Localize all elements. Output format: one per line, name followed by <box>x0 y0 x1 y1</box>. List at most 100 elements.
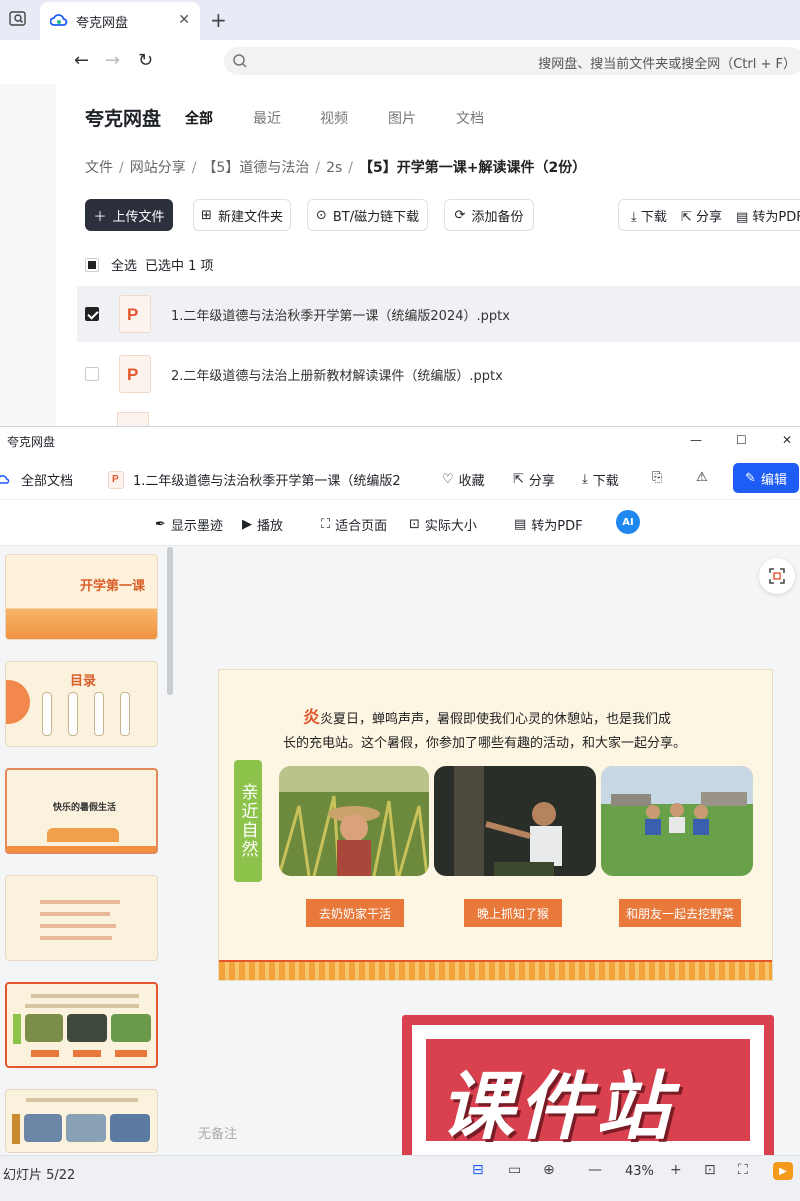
actual-size-button[interactable]: ⊡ 实际大小 <box>409 515 477 534</box>
slide-thumbnails: 开学第一课 目录 快乐的暑假生活 <box>0 547 176 1153</box>
breadcrumb-item[interactable]: 【5】道德与法治 <box>202 160 309 176</box>
download-button[interactable]: ⤓ 下载 <box>631 206 667 225</box>
thumb-text-line <box>40 900 120 904</box>
slide-thumbnail[interactable]: 快乐的暑假生活 <box>5 768 158 854</box>
zoom-out-icon[interactable]: — <box>588 1162 602 1178</box>
thumb-tag-shape <box>12 1114 20 1144</box>
close-tab-icon[interactable]: ✕ <box>178 12 190 28</box>
minimize-icon[interactable]: — <box>690 433 702 447</box>
to-pdf-label: 转为PDF <box>531 519 583 534</box>
share-doc-button[interactable]: ⇱ 分享 <box>513 470 555 489</box>
download-doc-button[interactable]: ⤓ 下载 <box>582 470 619 489</box>
slide-thumbnail[interactable]: 开学第一课 <box>5 554 158 640</box>
edit-button[interactable]: ✎ 编辑 <box>733 463 799 493</box>
select-all-checkbox[interactable] <box>85 257 99 272</box>
status-bar: 幻灯片 5/22 ⊟ ▭ ⊕ — 43% + ⊡ ⛶ ▶ <box>0 1155 800 1201</box>
tab-docs[interactable]: 文档 <box>456 108 484 128</box>
share-label: 分享 <box>695 209 722 225</box>
doc-title: P 1.二年级道德与法治秋季开学第一课（统编版2 <box>108 470 401 489</box>
slide-thumbnail-selected[interactable] <box>5 982 158 1068</box>
screenshot-tool-button[interactable] <box>759 558 795 594</box>
back-icon[interactable]: ← <box>74 50 89 71</box>
breadcrumb-item[interactable]: 网站分享 <box>130 160 186 176</box>
select-all-label[interactable]: 全选 <box>111 255 137 274</box>
breadcrumb-item[interactable]: 2s <box>326 160 342 176</box>
add-backup-button[interactable]: ⟳ 添加备份 <box>444 199 534 231</box>
thumb-text-line <box>40 912 110 916</box>
pptx-file-icon: P <box>119 355 151 393</box>
slide-thumbnail[interactable] <box>5 875 158 961</box>
to-pdf-button[interactable]: ▤ 转为PDF <box>514 515 583 534</box>
slide-text-line: 炎炎夏日，蝉鸣声声，暑假即使我们心灵的休憩站，也是我们成 <box>303 703 671 728</box>
thumb-photo <box>110 1114 150 1142</box>
watermark-stamp: 课件站 <box>402 1015 774 1165</box>
thumb-caption-shape <box>115 1050 147 1057</box>
slide-thumbnail[interactable]: 目录 <box>5 661 158 747</box>
favorite-button[interactable]: ♡ 收藏 <box>442 470 485 489</box>
slide-thumbnail[interactable] <box>5 1089 158 1153</box>
download-icon: ⤓ <box>582 472 588 487</box>
new-tab-icon[interactable]: + <box>210 8 227 32</box>
left-sidebar-strip <box>0 84 56 426</box>
download-icon: ⤓ <box>631 209 637 225</box>
slide-first-char: 炎 <box>303 708 320 728</box>
browser-nav-bar: ← → ↻ 搜网盘、搜当前文件夹或搜全网（Ctrl + F） <box>0 40 800 84</box>
slide-footer-pattern <box>219 960 772 980</box>
play-button[interactable]: ▶ 播放 <box>242 515 283 534</box>
play-icon: ▶ <box>242 517 252 532</box>
tab-all[interactable]: 全部 <box>185 108 213 128</box>
breadcrumb-separator: / <box>191 160 197 176</box>
thumb-caption-shape <box>73 1050 101 1057</box>
zoom-in-icon[interactable]: + <box>670 1162 682 1178</box>
file-row[interactable]: P 1.二年级道德与法治秋季开学第一课（统编版2024）.pptx <box>77 286 800 342</box>
maximize-icon[interactable]: ☐ <box>736 433 747 447</box>
thumbnail-scrollbar[interactable] <box>167 547 173 695</box>
slide-vertical-tag: 亲近自然 <box>234 760 262 882</box>
pptx-file-icon <box>117 412 149 426</box>
fullscreen-icon[interactable]: ⛶ <box>738 1162 748 1178</box>
open-external-icon[interactable]: ⎘ <box>652 470 662 485</box>
thumb-scroll-shape <box>42 692 52 736</box>
fit-page-button[interactable]: ⛶ 适合页面 <box>321 515 387 534</box>
normal-view-icon[interactable]: ⊟ <box>472 1162 484 1178</box>
fit-window-icon[interactable]: ⊡ <box>704 1162 716 1178</box>
tab-video[interactable]: 视频 <box>320 108 348 128</box>
show-ink-button[interactable]: ✒ 显示墨迹 <box>155 515 223 534</box>
browser-tab[interactable]: 夸克网盘 ✕ <box>40 2 200 40</box>
file-checkbox[interactable] <box>85 307 99 321</box>
slideshow-play-icon[interactable]: ▶ <box>773 1162 793 1180</box>
convert-label: 转为PDF <box>752 209 800 225</box>
file-checkbox[interactable] <box>85 367 99 381</box>
plus-icon: ＋ <box>93 209 107 225</box>
close-window-icon[interactable]: ✕ <box>782 433 792 447</box>
upload-button[interactable]: ＋ 上传文件 <box>85 199 173 231</box>
breadcrumb-item[interactable]: 文件 <box>85 160 113 176</box>
thumb-text-line <box>26 1098 138 1102</box>
all-docs-button[interactable]: 全部文档 <box>0 470 73 489</box>
file-row[interactable]: P 2.二年级道德与法治上册新教材解读课件（统编版）.pptx <box>77 346 800 402</box>
new-folder-button[interactable]: ⊞ 新建文件夹 <box>193 199 291 231</box>
preview-header: 全部文档 P 1.二年级道德与法治秋季开学第一课（统编版2 ♡ 收藏 ⇱ 分享 ⤓ 下… <box>0 456 800 500</box>
language-icon[interactable]: ⊕ <box>543 1162 555 1178</box>
zoom-level[interactable]: 43% <box>625 1164 654 1179</box>
notes-view-icon[interactable]: ▭ <box>508 1162 521 1178</box>
ai-assistant-icon[interactable]: AI <box>616 510 640 534</box>
selection-bar: 全选 已选中 1 项 <box>85 255 214 274</box>
pdf-icon: ▤ <box>735 209 749 225</box>
bt-download-button[interactable]: ⊙ BT/磁力链下载 <box>307 199 428 231</box>
reload-icon[interactable]: ↻ <box>138 50 153 71</box>
search-input[interactable]: 搜网盘、搜当前文件夹或搜全网（Ctrl + F） <box>224 47 800 75</box>
slide-caption: 去奶奶家干活 <box>306 899 404 927</box>
report-icon[interactable]: ⚠ <box>696 470 708 485</box>
convert-pdf-button[interactable]: ▤ 转为PDF <box>736 206 800 225</box>
tab-images[interactable]: 图片 <box>388 108 416 128</box>
forward-icon[interactable]: → <box>105 50 120 71</box>
actual-size-icon: ⊡ <box>409 517 420 532</box>
pptx-doc-icon: P <box>108 470 124 489</box>
tab-search-icon[interactable] <box>9 10 27 28</box>
tab-recent[interactable]: 最近 <box>253 108 281 128</box>
file-name[interactable]: 2.二年级道德与法治上册新教材解读课件（统编版）.pptx <box>171 365 503 384</box>
share-button[interactable]: ⇱ 分享 <box>681 206 722 225</box>
preview-toolbar: ✒ 显示墨迹 ▶ 播放 ⛶ 适合页面 ⊡ 实际大小 ▤ 转为PDF AI <box>0 500 800 546</box>
file-name[interactable]: 1.二年级道德与法治秋季开学第一课（统编版2024）.pptx <box>171 305 510 324</box>
